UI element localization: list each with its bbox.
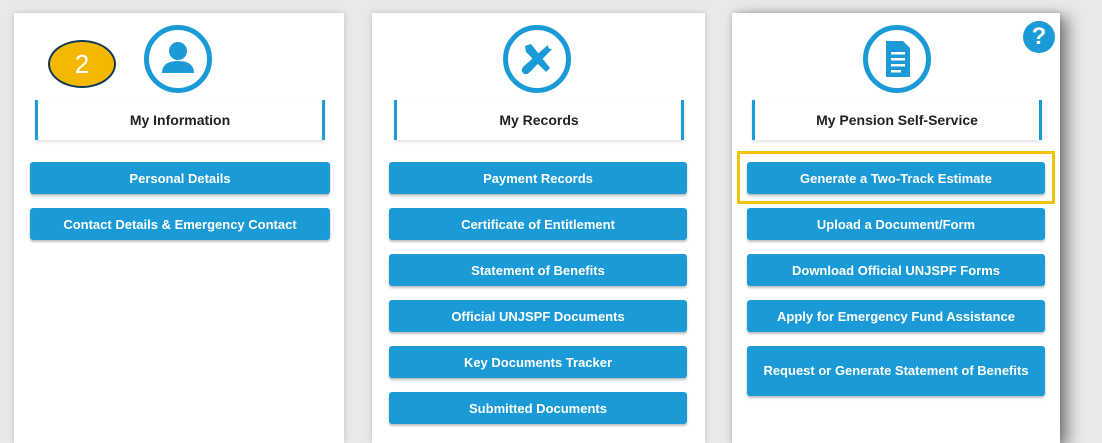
emergency-fund-button[interactable]: Apply for Emergency Fund Assistance bbox=[747, 300, 1045, 332]
document-icon bbox=[863, 25, 931, 93]
person-icon bbox=[144, 25, 212, 93]
official-documents-button[interactable]: Official UNJSPF Documents bbox=[389, 300, 687, 332]
download-forms-button[interactable]: Download Official UNJSPF Forms bbox=[747, 254, 1045, 286]
certificate-of-entitlement-button[interactable]: Certificate of Entitlement bbox=[389, 208, 687, 240]
my-pension-self-service-panel: My Pension Self-Service Generate a Two-T… bbox=[732, 13, 1060, 443]
my-information-header: My Information bbox=[35, 100, 325, 140]
my-records-panel: My Records Payment Records Certificate o… bbox=[372, 13, 705, 443]
my-records-header: My Records bbox=[394, 100, 684, 140]
personal-details-button[interactable]: Personal Details bbox=[30, 162, 330, 194]
tools-icon bbox=[503, 25, 571, 93]
question-icon[interactable]: ? bbox=[1023, 21, 1055, 53]
statement-of-benefits-button[interactable]: Statement of Benefits bbox=[389, 254, 687, 286]
my-pension-self-service-header: My Pension Self-Service bbox=[752, 100, 1042, 140]
submitted-documents-button[interactable]: Submitted Documents bbox=[389, 392, 687, 424]
key-documents-tracker-button[interactable]: Key Documents Tracker bbox=[389, 346, 687, 378]
upload-document-button[interactable]: Upload a Document/Form bbox=[747, 208, 1045, 240]
contact-details-button[interactable]: Contact Details & Emergency Contact bbox=[30, 208, 330, 240]
payment-records-button[interactable]: Payment Records bbox=[389, 162, 687, 194]
step-badge: 2 bbox=[48, 40, 116, 88]
request-statement-button[interactable]: Request or Generate Statement of Benefit… bbox=[747, 346, 1045, 396]
highlight-box bbox=[737, 151, 1055, 204]
